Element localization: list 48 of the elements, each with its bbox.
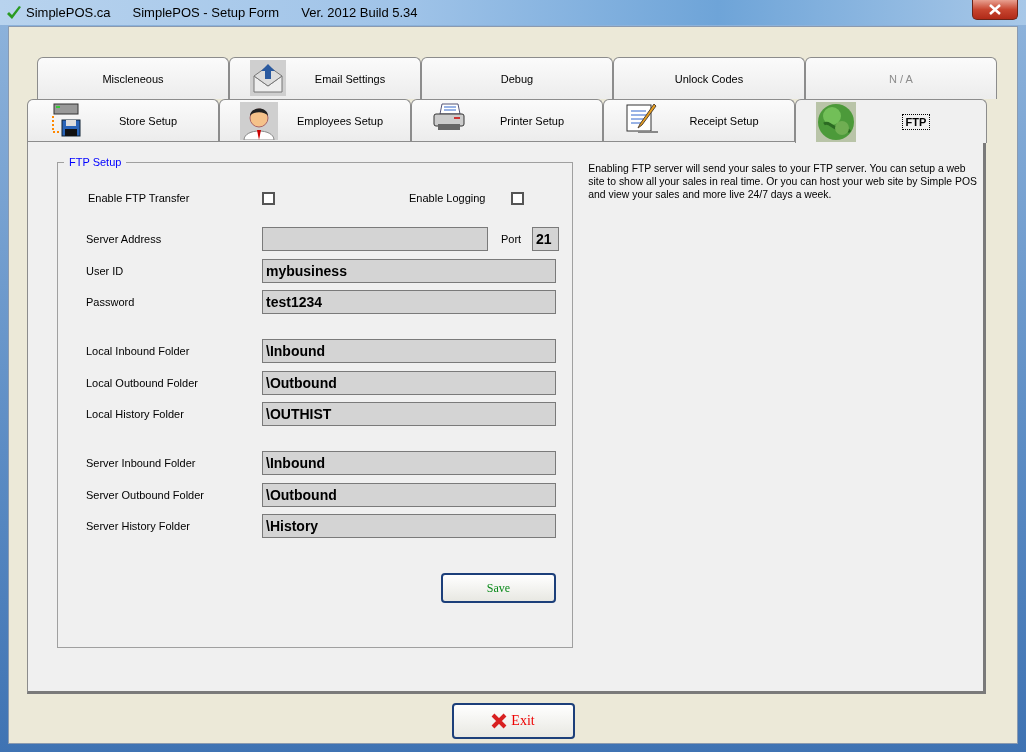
tab[interactable]: Unlock Codes [613,57,805,99]
printer-icon [432,102,466,132]
app-name: SimplePOS.ca [26,5,111,20]
close-icon [989,4,1001,15]
checkmark-icon [6,4,22,21]
input-field[interactable]: \Inbound [262,451,556,475]
field-label: Password [86,296,136,308]
field-label: Local Inbound Folder [86,345,191,357]
globe-icon [816,102,856,142]
document-and-pen-icon [624,102,658,134]
tab[interactable]: Miscleneous [37,57,229,99]
field-label: Server Address [86,233,163,245]
checkbox[interactable] [511,191,525,205]
input-field[interactable] [262,227,488,251]
description-text: Enabling FTP server will send your sales to your FTP server. You can setup a web site to show all your sales in real time. Or you can host your web site by Simple POS and view your sales and more live 24/7 days a week. [588,162,978,202]
port-field[interactable]: 21 [532,227,559,251]
field-label: Local History Folder [86,408,185,420]
tab[interactable]: Receipt Setup [603,99,795,141]
version-label: Ver. 2012 Build 5.34 [301,5,418,20]
input-field[interactable]: test1234 [262,290,556,314]
envelope-icon [250,60,286,96]
tab[interactable]: Printer Setup [411,99,603,141]
field-label: User ID [86,264,125,277]
field-label: Server History Folder [86,520,191,532]
tab[interactable]: FTP [795,99,987,143]
input-field[interactable]: \Outbound [262,482,556,507]
field-label: Local Outbound Folder [86,376,199,389]
exit-button[interactable]: Exit [451,703,575,739]
checkbox-label: Enable Logging [409,192,486,204]
tab[interactable]: Employees Setup [219,99,411,141]
input-field[interactable]: \OUTHIST [262,402,556,426]
field-label: Port [501,233,523,245]
field-label: Server Inbound Folder [86,457,197,469]
input-field[interactable]: \Outbound [262,370,556,395]
input-field[interactable]: \Inbound [262,339,556,363]
close-button[interactable] [972,0,1018,20]
tab[interactable]: Store Setup [27,99,219,141]
save-button[interactable]: Save [441,573,556,603]
window-title: SimplePOS - Setup Form [132,5,280,20]
tab[interactable]: Email Settings [229,57,421,99]
input-field[interactable]: mybusiness [262,258,556,283]
tab[interactable]: Debug [421,57,613,99]
cross-icon [491,713,508,729]
group-title: FTP Setup [64,156,127,168]
field-label: Server Outbound Folder [86,488,205,501]
input-field[interactable]: \History [262,514,556,538]
checkbox-label: Enable FTP Transfer [88,192,191,204]
checkbox[interactable] [262,191,275,205]
